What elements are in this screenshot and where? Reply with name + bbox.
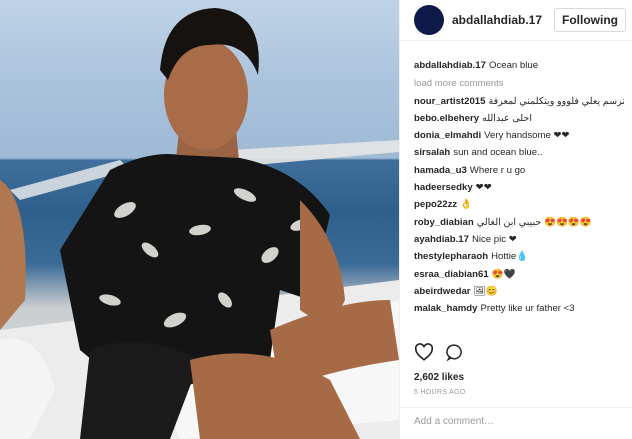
comment-user[interactable]: hamada_u3 bbox=[414, 165, 467, 176]
heart-icon[interactable] bbox=[414, 343, 434, 361]
comment-user[interactable]: hadeersedky bbox=[414, 182, 473, 193]
comment-user[interactable]: sirsalah bbox=[414, 147, 450, 158]
username-link[interactable]: abdallahdiab.17 bbox=[452, 13, 554, 27]
comment-text: Hottie💧 bbox=[491, 251, 529, 263]
comment-text: ❤❤ bbox=[475, 182, 492, 194]
comment-text: اللي عايز يترسم يعلي فلووو ويتكلمني لمعر… bbox=[488, 95, 624, 107]
comment-text: Very handsome ❤❤ bbox=[484, 130, 570, 142]
post-header: abdallahdiab.17 Following bbox=[400, 0, 632, 41]
post-photo[interactable] bbox=[0, 0, 399, 439]
comment-text: Pretty like ur father <3 bbox=[480, 303, 575, 315]
post-sidebar: abdallahdiab.17 Following abdallahdiab.1… bbox=[399, 0, 632, 439]
likes-count[interactable]: 2,602 likes bbox=[414, 372, 464, 383]
caption-text: Ocean blue bbox=[488, 60, 539, 71]
caption: abdallahdiab.17 Ocean blue bbox=[414, 57, 624, 74]
comment-text: 😍🖤 bbox=[491, 268, 516, 280]
comment-row: sirsalah sun and ocean blue.. bbox=[414, 144, 624, 161]
load-more-comments-link[interactable]: load more comments bbox=[414, 75, 624, 92]
comment-user[interactable]: pepo22zz bbox=[414, 199, 457, 210]
comment-text: 🖼😊 bbox=[473, 285, 498, 297]
comment-row: hadeersedky ❤❤ bbox=[414, 179, 624, 196]
comment-row: hamada_u3 Where r u go bbox=[414, 162, 624, 179]
comment-text: احلى عبدالله bbox=[482, 112, 533, 124]
comment-row: malak_hamdy Pretty like ur father <3 bbox=[414, 300, 624, 317]
comment-row: bebo.elbehery احلى عبدالله bbox=[414, 110, 624, 127]
add-comment-input[interactable]: Add a comment… bbox=[400, 407, 632, 439]
comment-user[interactable]: malak_hamdy bbox=[414, 303, 477, 314]
avatar[interactable] bbox=[414, 5, 444, 35]
comment-user[interactable]: roby_diabian bbox=[414, 217, 474, 228]
comment-user[interactable]: bebo.elbehery bbox=[414, 113, 479, 124]
comment-text: sun and ocean blue.. bbox=[453, 147, 543, 159]
comment-row: roby_diabian حبيبي ابن الغالي 😍😍😍😍 bbox=[414, 214, 624, 231]
following-button[interactable]: Following bbox=[554, 8, 626, 32]
comment-row: esraa_diabian61 😍🖤 bbox=[414, 266, 624, 283]
comment-row: thestylepharaoh Hottie💧 bbox=[414, 248, 624, 265]
comment-user[interactable]: thestylepharaoh bbox=[414, 251, 488, 262]
comment-user[interactable]: nour_artist2015 bbox=[414, 96, 485, 107]
comment-text: 👌 bbox=[460, 199, 473, 211]
comment-text: حبيبي ابن الغالي 😍😍😍😍 bbox=[476, 216, 592, 228]
comment-user[interactable]: esraa_diabian61 bbox=[414, 269, 489, 280]
comment-user[interactable]: donia_elmahdi bbox=[414, 130, 481, 141]
comments-list: abdallahdiab.17 Ocean blue load more comm… bbox=[400, 41, 632, 357]
comment-user[interactable]: abeirdwedar bbox=[414, 286, 471, 297]
instagram-post: abdallahdiab.17 Following abdallahdiab.1… bbox=[0, 0, 632, 439]
comment-icon[interactable] bbox=[446, 343, 464, 361]
comment-row: nour_artist2015اللي عايز يترسم يعلي فلوو… bbox=[414, 93, 624, 110]
comment-text: Nice pic ❤ bbox=[471, 233, 517, 245]
comment-row: abeirdwedar 🖼😊 bbox=[414, 283, 624, 300]
photo-illustration bbox=[0, 8, 399, 439]
caption-user[interactable]: abdallahdiab.17 bbox=[414, 60, 486, 71]
comment-row: donia_elmahdi Very handsome ❤❤ bbox=[414, 127, 624, 144]
comment-text: Where r u go bbox=[469, 164, 526, 176]
comment-row: pepo22zz 👌 bbox=[414, 196, 624, 213]
post-time: 5 HOURS AGO bbox=[414, 389, 466, 396]
comment-row: ayahdiab.17 Nice pic ❤ bbox=[414, 231, 624, 248]
action-bar bbox=[414, 343, 464, 361]
comment-user[interactable]: ayahdiab.17 bbox=[414, 234, 469, 245]
